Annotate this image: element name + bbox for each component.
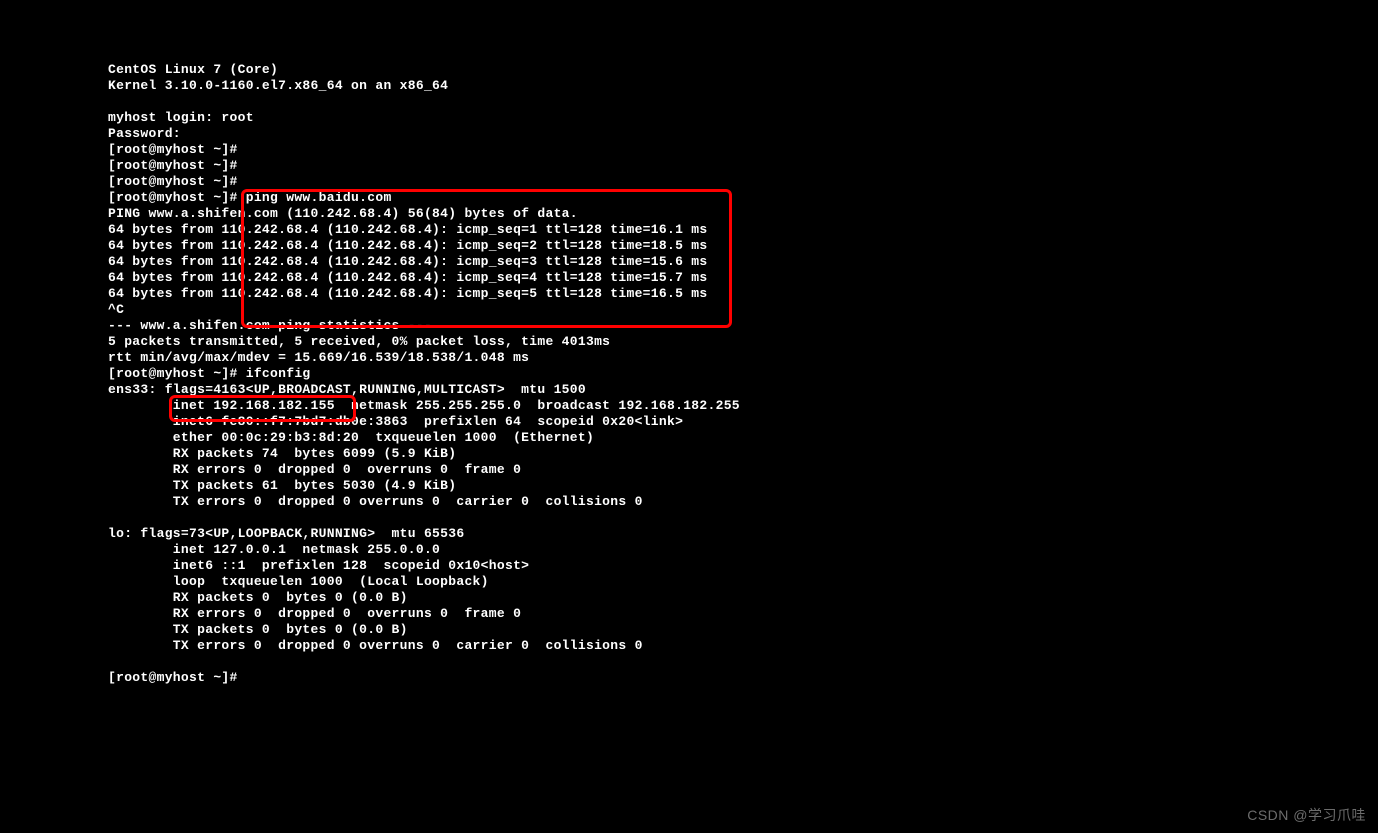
csdn-watermark: CSDN @学习爪哇 <box>1247 807 1366 823</box>
terminal-output[interactable]: CentOS Linux 7 (Core) Kernel 3.10.0-1160… <box>108 62 740 686</box>
